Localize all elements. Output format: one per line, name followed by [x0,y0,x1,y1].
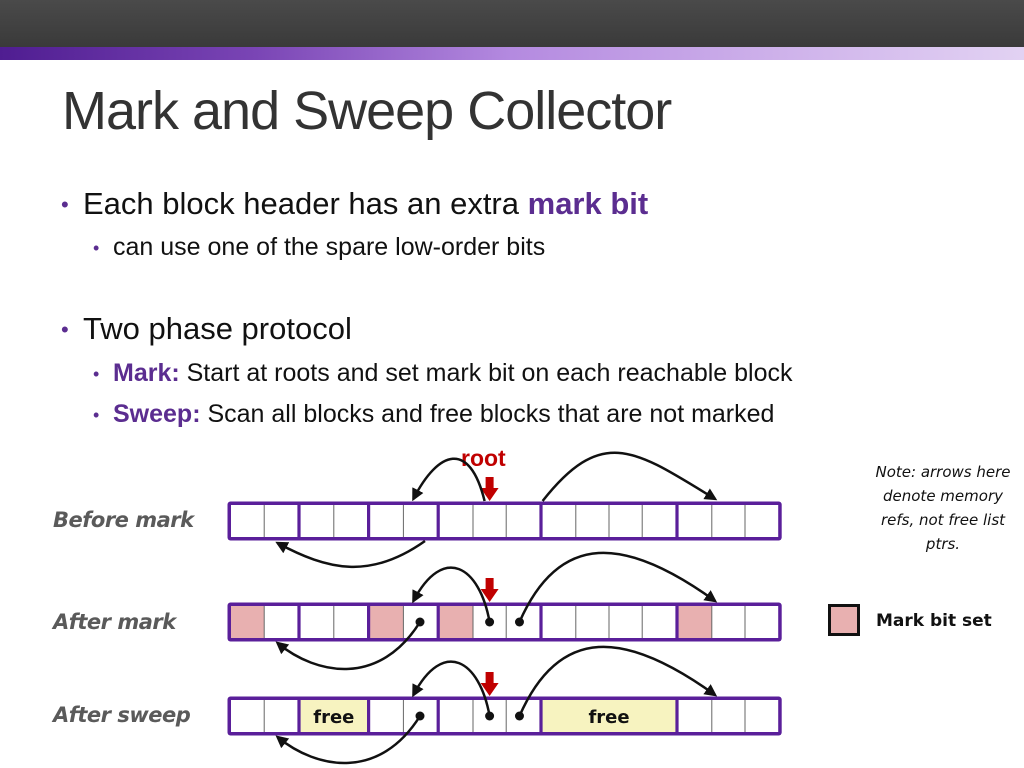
free-block-label: free [588,707,629,728]
block-payload-cell [575,606,609,638]
pointer-dot [485,711,495,721]
block-payload-cell [711,505,745,537]
block-header-cell [542,505,576,537]
block-header-cell [439,700,473,732]
block-header-cell [370,505,404,537]
block-payload-cell [264,505,298,537]
ref-arrow [412,457,486,502]
block-payload-cell [575,505,609,537]
block-payload-cell [506,505,540,537]
block-header-cell [678,700,712,732]
block-header-cell [439,606,473,638]
block-payload-cell [264,700,298,732]
block-header-cell [231,700,265,732]
block-header-cell [300,505,334,537]
block-payload-cell [473,505,507,537]
block-header-cell [231,505,265,537]
block-header-cell [678,606,712,638]
ref-arrow [275,539,426,569]
block-payload-cell [609,505,643,537]
block-payload-cell [711,606,745,638]
pointer-dot [415,617,425,627]
pointer-dot [514,617,524,627]
block-payload-cell [333,505,367,537]
block-payload-cell [642,505,676,537]
block-header-cell [370,700,404,732]
free-block-label: free [313,707,354,728]
block-header-cell [439,505,473,537]
block-payload-cell [333,606,367,638]
block-header-cell [678,505,712,537]
block-header-cell [370,606,404,638]
block-payload-cell [711,700,745,732]
pointer-dot [485,617,495,627]
block-payload-cell [745,700,779,732]
ref-arrow [541,451,718,502]
block-header-cell [231,606,265,638]
pointer-dot [415,711,425,721]
block-payload-cell [745,606,779,638]
pointer-dot [514,711,524,721]
block-payload-cell [264,606,298,638]
block-payload-cell [745,505,779,537]
block-header-cell [300,606,334,638]
block-payload-cell [609,606,643,638]
heap-diagram: free free [227,451,782,765]
block-payload-cell [642,606,676,638]
block-header-cell [542,606,576,638]
block-payload-cell [403,505,437,537]
